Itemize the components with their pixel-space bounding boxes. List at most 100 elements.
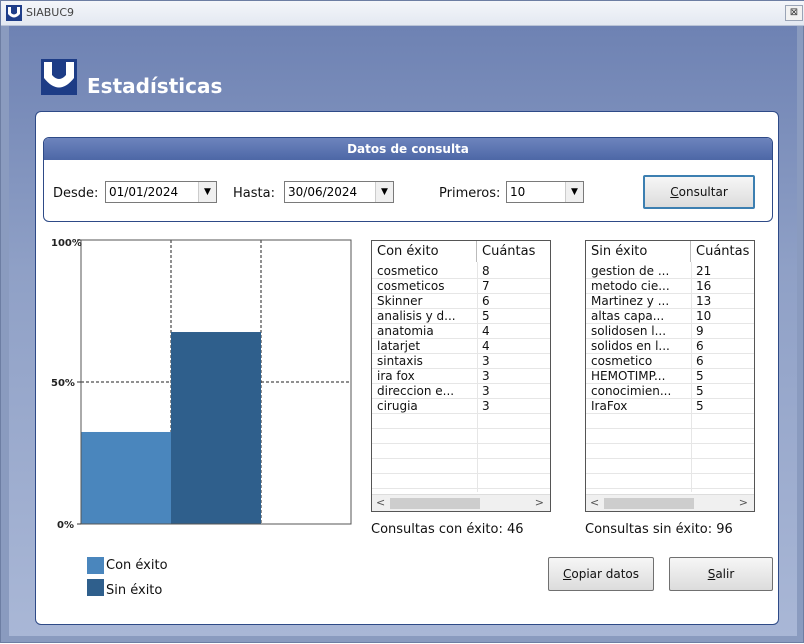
count-cell: 5 (696, 399, 704, 413)
salir-button[interactable]: Salir (669, 557, 773, 591)
list-item[interactable]: analisis y d... 5 (372, 309, 550, 324)
scroll-thumb[interactable] (390, 498, 480, 509)
count-cell: 3 (482, 384, 490, 398)
row-gridline (372, 488, 550, 489)
count-cell: 9 (696, 324, 704, 338)
con-exito-list[interactable]: Con éxito Cuántas < > cosmetico 8 cosmetic… (371, 240, 551, 512)
list-item[interactable]: altas capa... 10 (586, 309, 754, 324)
ytick-0: 0% (57, 520, 74, 531)
term-cell: cirugia (377, 399, 418, 413)
list-item[interactable]: metodo cie... 16 (586, 279, 754, 294)
list-item[interactable]: cosmetico 8 (372, 264, 550, 279)
row-gridline (586, 458, 754, 459)
list-item[interactable]: gestion de ... 21 (586, 264, 754, 279)
scroll-right-icon[interactable]: > (535, 496, 544, 509)
count-cell: 7 (482, 279, 490, 293)
app-window: SIABUC9 ⊠ Estadísticas Datos de consulta… (0, 0, 804, 643)
scroll-right-icon[interactable]: > (739, 496, 748, 509)
count-cell: 5 (696, 369, 704, 383)
term-cell: analisis y d... (377, 309, 456, 323)
term-cell: direccion e... (377, 384, 455, 398)
count-cell: 3 (482, 399, 490, 413)
count-cell: 6 (482, 294, 490, 308)
term-cell: IraFox (591, 399, 628, 413)
sin-exito-list[interactable]: Sin éxito Cuántas < > gestion de ... 21 me… (585, 240, 755, 512)
list-header: Sin éxito Cuántas (586, 241, 754, 262)
list-item[interactable]: direccion e... 3 (372, 384, 550, 399)
term-cell: solidos en l... (591, 339, 670, 353)
legend-swatch-sin-exito (87, 579, 104, 596)
term-cell: HEMOTIMP... (591, 369, 666, 383)
legend-label-con-exito: Con éxito (106, 558, 168, 573)
con-exito-summary: Consultas con éxito: 46 (371, 522, 524, 537)
row-gridline (372, 473, 550, 474)
sin-exito-summary: Consultas sin éxito: 96 (585, 522, 733, 537)
row-gridline (372, 458, 550, 459)
salir-label: alir (715, 567, 735, 581)
row-gridline (372, 428, 550, 429)
copiar-datos-button[interactable]: Copiar datos (548, 557, 654, 591)
row-gridline (586, 443, 754, 444)
list-item[interactable]: cosmetico 6 (586, 354, 754, 369)
list-item[interactable]: anatomia 4 (372, 324, 550, 339)
list-item[interactable]: HEMOTIMP... 5 (586, 369, 754, 384)
term-cell: ira fox (377, 369, 415, 383)
list-header: Con éxito Cuántas (372, 241, 550, 262)
copiar-label: opiar datos (571, 567, 640, 581)
count-cell: 3 (482, 354, 490, 368)
list-item[interactable]: Martinez y ... 13 (586, 294, 754, 309)
count-cell: 4 (482, 339, 490, 353)
list-item[interactable]: solidosen l... 9 (586, 324, 754, 339)
list-item[interactable]: conocimien... 5 (586, 384, 754, 399)
row-gridline (586, 473, 754, 474)
term-cell: Martinez y ... (591, 294, 670, 308)
list-item[interactable]: sintaxis 3 (372, 354, 550, 369)
list-item[interactable]: solidos en l... 6 (586, 339, 754, 354)
row-gridline (372, 443, 550, 444)
scroll-left-icon[interactable]: < (590, 496, 599, 509)
column-header-cuantas[interactable]: Cuántas (477, 241, 550, 262)
term-cell: solidosen l... (591, 324, 667, 338)
count-cell: 13 (696, 294, 712, 308)
scroll-thumb[interactable] (604, 498, 694, 509)
column-header-con-exito[interactable]: Con éxito (372, 241, 477, 262)
ytick-100: 100% (51, 238, 82, 249)
count-cell: 4 (482, 324, 490, 338)
term-cell: altas capa... (591, 309, 665, 323)
legend-swatch-con-exito (87, 557, 104, 574)
count-cell: 21 (696, 264, 712, 278)
bar-sin-exito (171, 332, 261, 524)
horizontal-scrollbar[interactable]: < > (586, 494, 754, 511)
term-cell: gestion de ... (591, 264, 670, 278)
count-cell: 8 (482, 264, 490, 278)
term-cell: cosmetico (591, 354, 653, 368)
list-item[interactable]: cosmeticos 7 (372, 279, 550, 294)
term-cell: cosmeticos (377, 279, 445, 293)
term-cell: conocimien... (591, 384, 672, 398)
list-item[interactable]: latarjet 4 (372, 339, 550, 354)
term-cell: latarjet (377, 339, 421, 353)
bar-con-exito (81, 431, 171, 524)
count-cell: 6 (696, 354, 704, 368)
count-cell: 5 (482, 309, 490, 323)
legend-label-sin-exito: Sin éxito (106, 583, 163, 598)
column-header-cuantas[interactable]: Cuántas (691, 241, 754, 262)
row-gridline (586, 428, 754, 429)
count-cell: 3 (482, 369, 490, 383)
list-item[interactable]: ira fox 3 (372, 369, 550, 384)
horizontal-scrollbar[interactable]: < > (372, 494, 550, 511)
list-item[interactable]: IraFox 5 (586, 399, 754, 414)
term-cell: cosmetico (377, 264, 439, 278)
count-cell: 6 (696, 339, 704, 353)
column-header-sin-exito[interactable]: Sin éxito (586, 241, 691, 262)
count-cell: 16 (696, 279, 712, 293)
count-cell: 10 (696, 309, 712, 323)
ytick-50: 50% (51, 378, 75, 389)
list-item[interactable]: Skinner 6 (372, 294, 550, 309)
list-item[interactable]: cirugia 3 (372, 399, 550, 414)
term-cell: metodo cie... (591, 279, 670, 293)
scroll-left-icon[interactable]: < (376, 496, 385, 509)
count-cell: 5 (696, 384, 704, 398)
term-cell: anatomia (377, 324, 434, 338)
term-cell: Skinner (377, 294, 423, 308)
